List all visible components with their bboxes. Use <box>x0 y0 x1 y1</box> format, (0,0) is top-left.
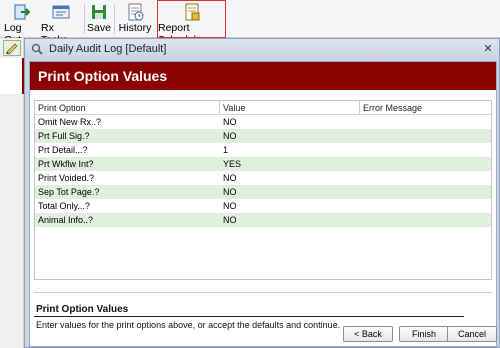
option-cell: Animal Info..? <box>38 215 94 225</box>
report-scheduler-highlight <box>157 0 226 38</box>
dialog-body: Print Option Values Print Option Value E… <box>29 61 497 347</box>
value-cell[interactable]: NO <box>223 171 237 185</box>
save-button[interactable]: Save <box>87 2 111 36</box>
column-divider <box>219 101 220 115</box>
magnifier-icon <box>31 43 43 55</box>
option-cell: Prt Full Sig.? <box>38 131 90 141</box>
value-cell[interactable]: NO <box>223 185 237 199</box>
toolbar-divider <box>84 4 85 34</box>
description-title: Print Option Values <box>36 304 129 315</box>
close-icon[interactable]: ✕ <box>481 42 495 56</box>
column-divider <box>359 101 360 115</box>
value-cell[interactable]: 1 <box>223 143 228 157</box>
value-cell[interactable]: YES <box>223 157 241 171</box>
option-cell: Sep Tot Page.? <box>38 187 100 197</box>
option-cell: Omit New Rx..? <box>38 117 102 127</box>
value-cell[interactable]: NO <box>223 213 237 227</box>
grid-header: Print Option Value Error Message <box>35 101 491 115</box>
column-header-value[interactable]: Value <box>223 103 245 113</box>
table-row[interactable]: Prt Full Sig.? NO <box>35 129 491 143</box>
table-row[interactable]: Print Voided.? NO <box>35 171 491 185</box>
dialog-window: Daily Audit Log [Default] ✕ Print Option… <box>24 38 500 348</box>
history-label: History <box>118 22 152 34</box>
cancel-button[interactable]: Cancel <box>447 326 497 342</box>
table-row[interactable]: Sep Tot Page.? NO <box>35 185 491 199</box>
column-header-print-option[interactable]: Print Option <box>38 103 86 113</box>
history-button[interactable]: History <box>117 2 153 36</box>
column-header-error-message[interactable]: Error Message <box>363 103 422 113</box>
value-cell[interactable]: NO <box>223 199 237 213</box>
window-title: Daily Audit Log [Default] <box>49 43 167 55</box>
description-text: Enter values for the print options above… <box>36 320 341 330</box>
history-icon <box>126 3 144 21</box>
option-cell: Prt Wkflw Int? <box>38 159 94 169</box>
table-row[interactable]: Omit New Rx..? NO <box>35 115 491 129</box>
finish-button[interactable]: Finish <box>399 326 449 342</box>
logout-icon <box>12 3 31 21</box>
rx-tasks-icon <box>52 3 70 21</box>
save-icon <box>90 3 108 21</box>
table-row[interactable]: Prt Detail...? 1 <box>35 143 491 157</box>
table-row[interactable]: Animal Info..? NO <box>35 213 491 227</box>
table-row[interactable]: Total Only...? NO <box>35 199 491 213</box>
save-label: Save <box>87 22 111 34</box>
logout-button[interactable]: Log Out <box>4 2 38 46</box>
print-options-grid: Print Option Value Error Message Omit Ne… <box>34 100 492 280</box>
active-window-marker <box>0 58 24 94</box>
page-title: Print Option Values <box>30 62 496 90</box>
option-cell: Print Voided.? <box>38 173 95 183</box>
edit-icon[interactable] <box>3 40 21 56</box>
window-titlebar: Daily Audit Log [Default] ✕ <box>25 39 499 59</box>
left-strip <box>0 38 24 348</box>
toolbar: Log Out Rx Tasks Save History Report Sch… <box>0 0 500 46</box>
value-cell[interactable]: NO <box>223 129 237 143</box>
toolbar-divider <box>114 4 115 34</box>
option-cell: Prt Detail...? <box>38 145 88 155</box>
option-cell: Total Only...? <box>38 201 90 211</box>
description-rule <box>34 316 464 317</box>
rx-tasks-button[interactable]: Rx Tasks <box>41 2 81 46</box>
table-row[interactable]: Prt Wkflw Int? YES <box>35 157 491 171</box>
back-button[interactable]: < Back <box>343 326 393 342</box>
divider <box>34 292 492 293</box>
value-cell[interactable]: NO <box>223 115 237 129</box>
